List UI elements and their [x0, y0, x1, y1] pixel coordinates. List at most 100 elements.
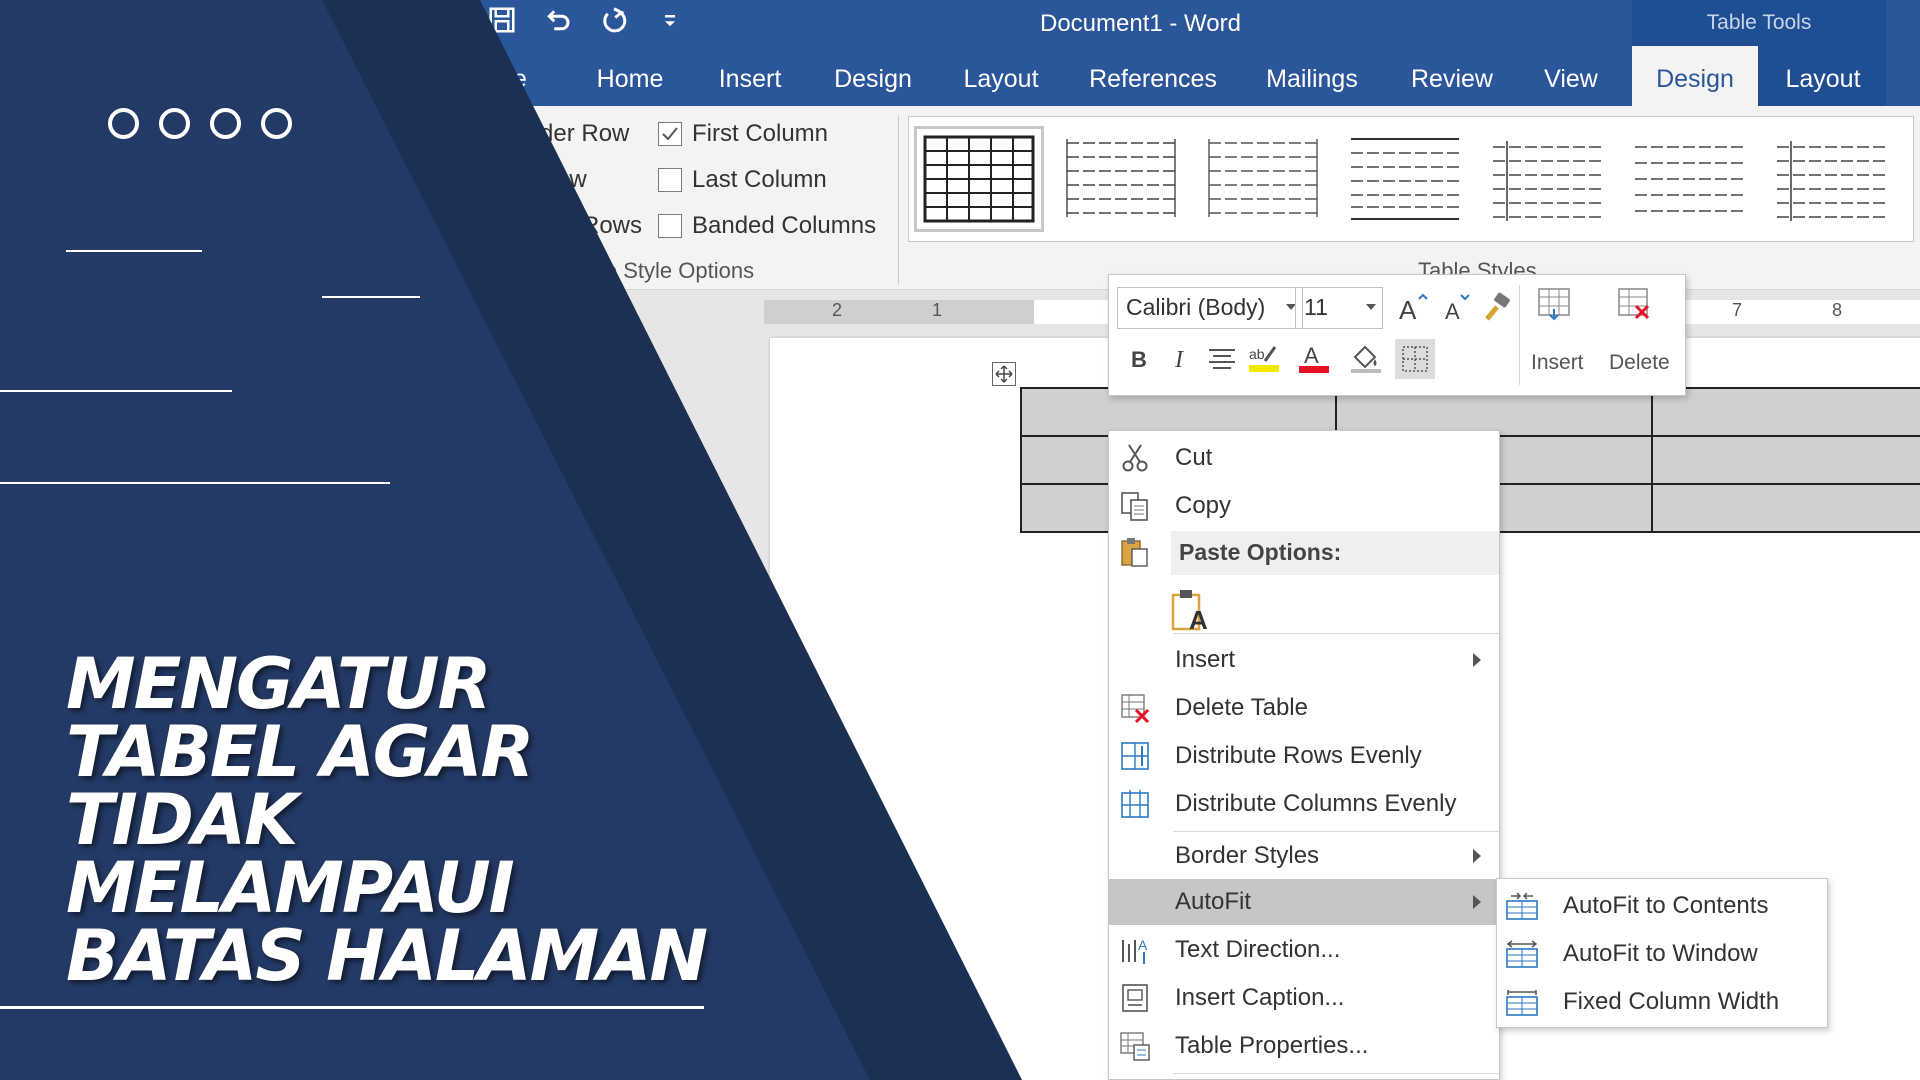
save-icon: [489, 7, 515, 33]
table-style-plain-2[interactable]: [1201, 129, 1325, 229]
autofit-contents-icon: [1505, 891, 1539, 921]
delete-table-icon: [1119, 692, 1151, 724]
svg-text:A: A: [1189, 605, 1208, 633]
mini-toolbar-divider: [1519, 285, 1520, 385]
ruler-margin: [764, 300, 1034, 324]
menu-item-distribute-columns[interactable]: Distribute Columns Evenly: [1109, 781, 1499, 827]
redo-button[interactable]: [596, 2, 632, 38]
menu-item-autofit[interactable]: AutoFit: [1109, 879, 1499, 925]
autofit-window-icon: [1505, 939, 1539, 969]
group-label-style-options: le Style Options: [600, 258, 755, 283]
word-window: Document1 - Word Table Tools e Home Inse…: [0, 0, 1920, 1080]
quick-access-toolbar: [484, 0, 688, 40]
menu-item-cut[interactable]: Cut: [1109, 435, 1499, 481]
insert-label[interactable]: Insert: [1531, 351, 1584, 375]
tab-references[interactable]: References: [1086, 46, 1220, 106]
ruler-label: 2: [832, 300, 843, 320]
shading-icon[interactable]: [1349, 341, 1383, 375]
center-align-icon[interactable]: [1205, 341, 1239, 375]
table-properties-icon: [1119, 1030, 1151, 1062]
save-button[interactable]: [484, 2, 520, 38]
borders-icon[interactable]: [1395, 339, 1435, 379]
tab-design[interactable]: Design: [820, 46, 926, 106]
svg-text:A: A: [1399, 295, 1417, 325]
banded-columns-checkbox[interactable]: Banded Columns: [658, 212, 876, 240]
menu-item-insert-caption[interactable]: Insert Caption...: [1109, 975, 1499, 1021]
menu-separator: [1173, 1073, 1499, 1074]
menu-item-copy[interactable]: Copy: [1109, 483, 1499, 529]
checkbox-empty-icon: [658, 214, 682, 238]
table-move-handle-icon[interactable]: [992, 362, 1016, 386]
ruler-label: 1: [932, 300, 943, 320]
ruler-label: 7: [1732, 300, 1743, 320]
menu-item-delete-table[interactable]: Delete Table: [1109, 685, 1499, 731]
format-painter-icon[interactable]: [1479, 291, 1513, 325]
submenu-autofit-window[interactable]: AutoFit to Window: [1497, 931, 1827, 977]
tab-table-design[interactable]: Design: [1632, 46, 1758, 106]
tab-home[interactable]: Home: [580, 46, 680, 106]
table-style-plain-3[interactable]: [1343, 129, 1467, 229]
tab-insert[interactable]: Insert: [700, 46, 800, 106]
italic-icon[interactable]: I: [1163, 341, 1197, 375]
table-style-plain-1[interactable]: [1059, 129, 1183, 229]
menu-separator: [1173, 831, 1499, 832]
checkbox-checked-icon: [658, 122, 682, 146]
grow-font-icon[interactable]: A: [1395, 291, 1429, 325]
tab-review[interactable]: Review: [1404, 46, 1500, 106]
svg-text:I: I: [1174, 347, 1184, 373]
ribbon-divider: [898, 116, 899, 284]
last-column-checkbox[interactable]: Last Column: [658, 166, 827, 194]
copy-icon: [1119, 490, 1151, 522]
delete-table-icon[interactable]: [1617, 287, 1651, 321]
text-direction-icon: A: [1119, 934, 1151, 966]
first-column-checkbox[interactable]: First Column: [658, 120, 828, 148]
table-styles-gallery: [908, 116, 1914, 242]
tab-table-layout[interactable]: Layout: [1770, 46, 1876, 106]
undo-button[interactable]: [540, 2, 576, 38]
title-bar: Document1 - Word Table Tools: [0, 0, 1920, 46]
table-style-plain-6[interactable]: [1769, 129, 1893, 229]
menu-item-border-styles[interactable]: Border Styles: [1109, 833, 1499, 879]
header-row-option[interactable]: der Row: [540, 120, 629, 148]
checkbox-empty-icon: [658, 168, 682, 192]
chevron-right-icon: [1473, 895, 1481, 909]
font-color-icon[interactable]: A: [1297, 341, 1331, 375]
paste-keep-text-icon[interactable]: A: [1169, 587, 1215, 635]
menu-separator: [1173, 633, 1499, 634]
font-name-dropdown[interactable]: Calibri (Body): [1117, 287, 1303, 329]
menu-item-distribute-rows[interactable]: Distribute Rows Evenly: [1109, 733, 1499, 779]
customize-qat-icon: [665, 15, 675, 27]
insert-table-icon[interactable]: [1537, 287, 1571, 321]
table-style-plain-5[interactable]: [1627, 129, 1751, 229]
submenu-fixed-column-width[interactable]: Fixed Column Width: [1497, 979, 1827, 1025]
table-tools-label: Table Tools: [1632, 0, 1886, 46]
table-style-grid[interactable]: [914, 126, 1044, 232]
font-size-dropdown[interactable]: 11: [1295, 287, 1383, 329]
menu-item-table-properties[interactable]: Table Properties...: [1109, 1023, 1499, 1069]
svg-text:B: B: [1131, 347, 1147, 372]
svg-text:A: A: [1138, 937, 1148, 953]
scissors-icon: [1119, 442, 1151, 474]
menu-item-text-direction[interactable]: A Text Direction...: [1109, 927, 1499, 973]
svg-text:ab: ab: [1249, 346, 1265, 362]
bold-icon[interactable]: B: [1121, 341, 1155, 375]
autofit-submenu: AutoFit to Contents AutoFit to Window Fi…: [1496, 878, 1828, 1028]
table-style-plain-4[interactable]: [1485, 129, 1609, 229]
shrink-font-icon[interactable]: A: [1439, 291, 1473, 325]
customize-qat-button[interactable]: [652, 2, 688, 38]
paste-icon: [1119, 536, 1151, 568]
highlight-icon[interactable]: ab: [1247, 341, 1281, 375]
total-row-option[interactable]: ow: [556, 166, 587, 194]
tab-file[interactable]: e: [500, 46, 540, 106]
svg-text:A: A: [1445, 299, 1460, 324]
delete-label[interactable]: Delete: [1609, 351, 1670, 375]
submenu-autofit-contents[interactable]: AutoFit to Contents: [1497, 883, 1827, 929]
tab-layout[interactable]: Layout: [948, 46, 1054, 106]
menu-item-insert[interactable]: Insert: [1109, 637, 1499, 683]
undo-icon: [547, 10, 570, 31]
tab-view[interactable]: View: [1530, 46, 1612, 106]
banded-rows-option[interactable]: Rows: [582, 212, 642, 240]
chevron-right-icon: [1473, 653, 1481, 667]
svg-text:A: A: [1304, 343, 1319, 368]
tab-mailings[interactable]: Mailings: [1254, 46, 1370, 106]
